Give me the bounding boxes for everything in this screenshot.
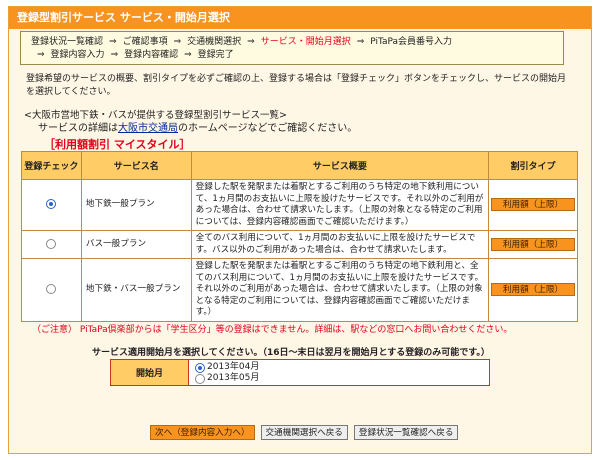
step-6: 登録内容入力	[50, 50, 105, 60]
step-arrow: ⇒	[173, 37, 182, 47]
col-header-check: 登録チェック	[21, 151, 82, 180]
service-desc: 登録した駅を発駅または着駅とするご利用のうち特定の地下鉄利用について、1ヵ月間の…	[190, 179, 490, 231]
step-breadcrumb: 登録状況一覧確認 ⇒ ご確認事項 ⇒ 交通機関選択 ⇒ サービス・開始月選択 ⇒ PiTaPa会…	[20, 31, 564, 65]
start-month-label: 開始月	[111, 360, 189, 385]
start-month-option-label: 2013年04月	[207, 362, 260, 372]
step-arrow: ⇒	[184, 50, 192, 60]
service-list-heading: <大阪市営地下鉄・バスが提供する登録型割引サービス一覧>	[24, 110, 287, 121]
service-detail-note: サービスの詳細は大阪市交通局のホームページなどでご確認ください。	[38, 122, 357, 135]
register-radio-subway-bus[interactable]	[46, 283, 57, 294]
step-8: 登録完了	[197, 50, 234, 60]
rate-discount-title: ［利用額割引 マイスタイル］	[44, 138, 191, 151]
start-month-option-label: 2013年05月	[207, 373, 260, 383]
step-arrow: ⇒	[37, 50, 45, 60]
table-row: バス一般プラン 全てのバス利用について、1ヵ月間のお支払いに上限を設けたサービス…	[21, 230, 578, 259]
detail-post: のホームページなどでご確認ください。	[178, 123, 358, 134]
start-month-option[interactable]: 2013年04月	[195, 362, 259, 373]
start-month-radio[interactable]	[195, 362, 205, 373]
start-month-options: 2013年04月 2013年05月	[189, 360, 265, 385]
step-arrow: ⇒	[247, 37, 255, 47]
detail-pre: サービスの詳細は	[38, 123, 118, 134]
intro-text: 登録希望のサービスの概要、割引タイプを必ずご確認の上、登録する場合は「登録チェッ…	[26, 74, 567, 97]
service-desc: 登録した駅を発駅または着駅とするご利用のうち特定の地下鉄利用と、全てのバス利用に…	[190, 258, 490, 322]
step-7: 登録内容確認	[124, 50, 179, 60]
register-radio-bus[interactable]	[46, 238, 57, 249]
start-month-box: 開始月 2013年04月 2013年05月	[110, 359, 490, 386]
next-button[interactable]: 次へ（登録内容入力へ）	[150, 425, 255, 440]
transport-bureau-link[interactable]: 大阪市交通局	[118, 123, 178, 134]
step-5: PiTaPa会員番号入力	[370, 37, 453, 47]
col-header-desc: サービス概要	[190, 151, 490, 180]
step-line-2: ⇒ 登録内容入力 ⇒ 登録内容確認 ⇒ 登録完了	[31, 49, 553, 62]
back-to-transport-button[interactable]: 交通機関選択へ戻る	[260, 425, 348, 440]
service-table: 登録チェック サービス名 サービス概要 割引タイプ 地下鉄一般プラン 登録した駅…	[21, 151, 578, 322]
service-name: 地下鉄・バス一般プラン	[80, 258, 192, 322]
step-3: 交通機関選択	[187, 37, 242, 47]
start-month-question: サービス適用開始月を選択してください。（16日〜末日は翌月を開始月とする登録のみ…	[92, 348, 490, 358]
action-buttons: 次へ（登録内容入力へ） 交通機関選択へ戻る 登録状況一覧確認へ戻る	[150, 425, 459, 440]
step-line-1: 登録状況一覧確認 ⇒ ご確認事項 ⇒ 交通機関選択 ⇒ サービス・開始月選択 ⇒ PiTaPa会…	[31, 36, 553, 49]
col-header-name: サービス名	[80, 151, 192, 180]
col-header-type: 割引タイプ	[488, 151, 578, 180]
step-4-current: サービス・開始月選択	[260, 37, 351, 47]
service-name: バス一般プラン	[80, 230, 192, 259]
step-arrow: ⇒	[356, 37, 365, 47]
register-check-cell	[21, 230, 82, 259]
table-row: 地下鉄一般プラン 登録した駅を発駅または着駅とするご利用のうち特定の地下鉄利用に…	[21, 179, 578, 231]
table-row: 地下鉄・バス一般プラン 登録した駅を発駅または着駅とするご利用のうち特定の地下鉄…	[21, 258, 578, 322]
discount-type-button[interactable]: 利用額（上限）	[491, 283, 575, 296]
page-title: 登録型割引サービス サービス・開始月選択	[9, 7, 591, 29]
step-arrow: ⇒	[109, 37, 117, 47]
notice-text: （ご注意） PiTaPa倶楽部からは「学生区分」等の登録はできません。詳細は、駅…	[32, 325, 513, 335]
service-name: 地下鉄一般プラン	[80, 179, 192, 231]
discount-type-button[interactable]: 利用額（上限）	[491, 198, 575, 212]
register-check-cell	[21, 179, 82, 231]
back-to-list-button[interactable]: 登録状況一覧確認へ戻る	[353, 425, 459, 440]
step-2: ご確認事項	[122, 37, 168, 47]
register-radio-subway[interactable]	[46, 199, 57, 209]
start-month-option[interactable]: 2013年05月	[195, 373, 259, 384]
step-1: 登録状況一覧確認	[31, 37, 104, 47]
discount-type-cell: 利用額（上限）	[488, 258, 578, 322]
discount-type-cell: 利用額（上限）	[488, 179, 578, 231]
start-month-radio[interactable]	[195, 373, 205, 384]
service-desc: 全てのバス利用について、1ヵ月間のお支払いに上限を設けたサービスです。バス以外の…	[190, 230, 490, 259]
step-arrow: ⇒	[110, 50, 119, 60]
discount-type-cell: 利用額（上限）	[488, 230, 578, 259]
discount-type-button[interactable]: 利用額（上限）	[491, 237, 575, 251]
register-check-cell	[21, 258, 82, 322]
